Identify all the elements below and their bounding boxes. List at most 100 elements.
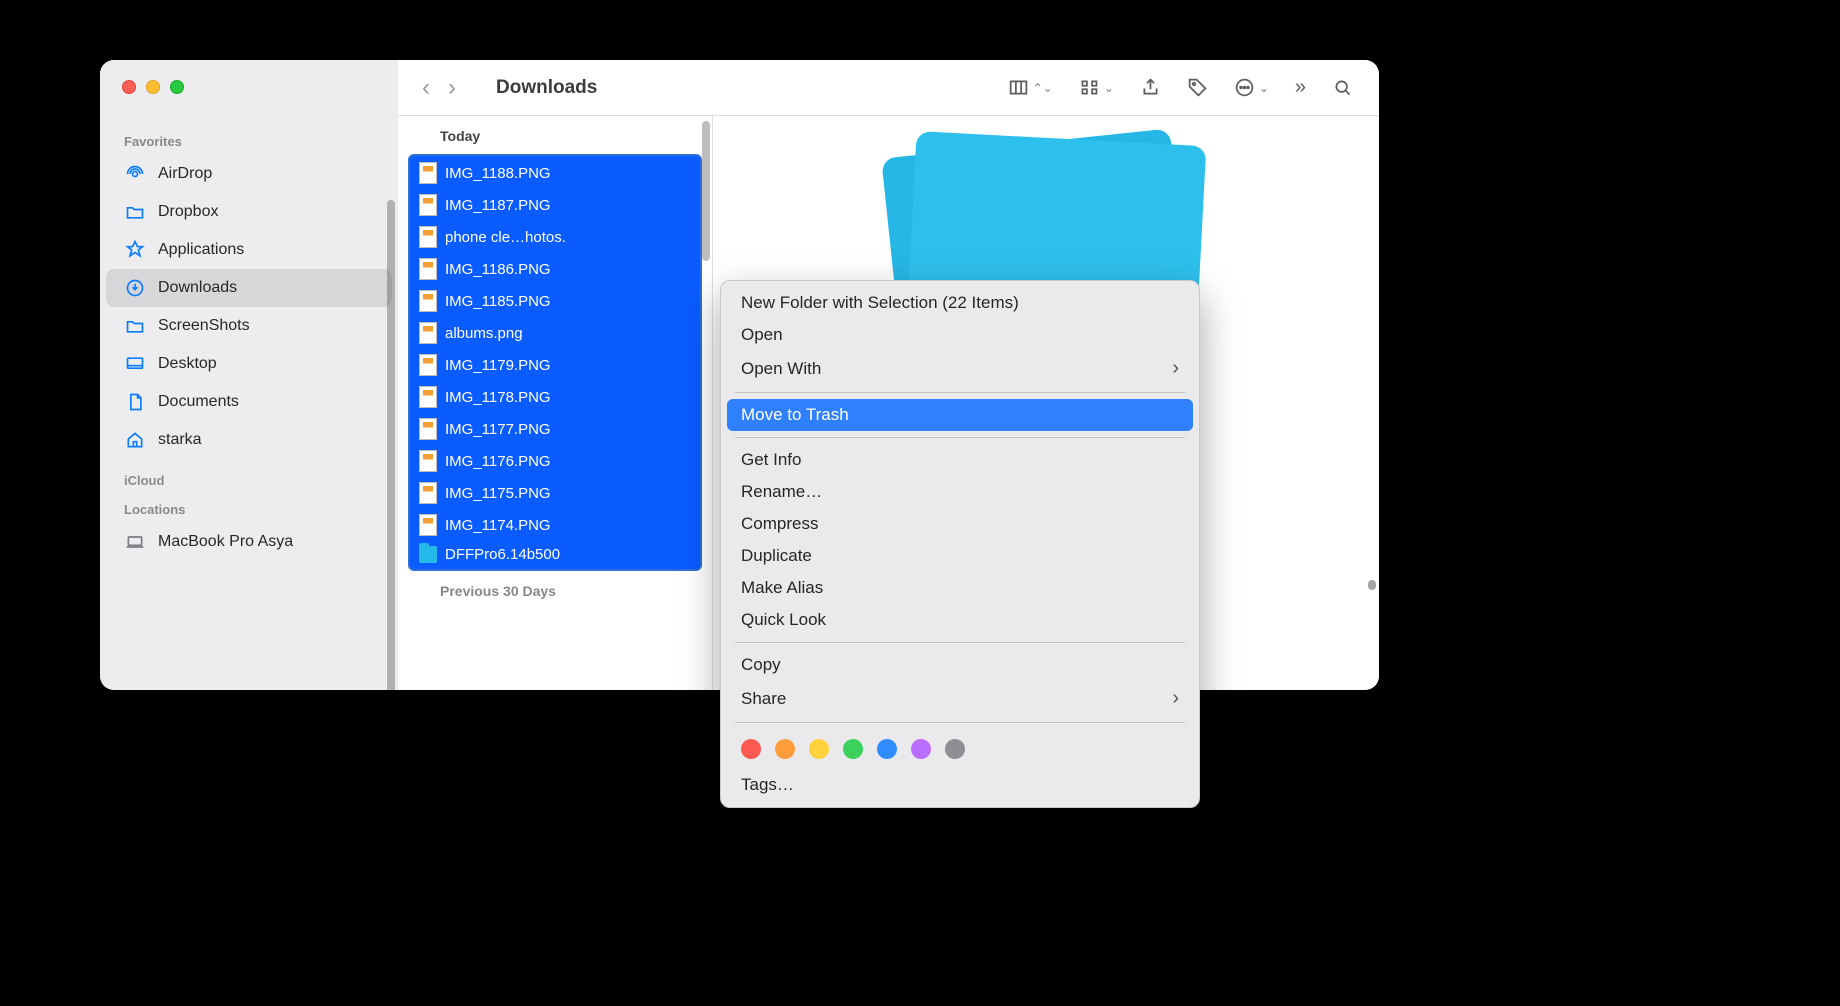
- sidebar-item-desktop[interactable]: Desktop: [106, 345, 392, 383]
- sidebar-item-label: starka: [158, 431, 202, 449]
- tags-button[interactable]: [1179, 73, 1216, 102]
- toolbar-overflow-button[interactable]: »: [1287, 72, 1314, 103]
- sidebar-item-dropbox[interactable]: Dropbox: [106, 193, 392, 231]
- sidebar-item-label: AirDrop: [158, 165, 212, 183]
- applications-icon: [124, 239, 146, 261]
- sidebar-scrollbar[interactable]: [387, 200, 395, 690]
- file-name: DFFPro6.14b500: [445, 546, 560, 563]
- sidebar-item-label: Documents: [158, 393, 239, 411]
- file-row[interactable]: albums.png: [411, 317, 699, 349]
- action-menu-button[interactable]: ⌄: [1226, 73, 1277, 102]
- ctx-duplicate[interactable]: Duplicate: [721, 540, 1199, 572]
- file-row[interactable]: IMG_1177.PNG: [411, 413, 699, 445]
- context-menu: New Folder with Selection (22 Items) Ope…: [720, 280, 1200, 808]
- ctx-make-alias[interactable]: Make Alias: [721, 572, 1199, 604]
- ctx-quick-look[interactable]: Quick Look: [721, 604, 1199, 636]
- file-name: IMG_1187.PNG: [445, 197, 551, 214]
- file-row[interactable]: IMG_1187.PNG: [411, 189, 699, 221]
- file-row[interactable]: IMG_1185.PNG: [411, 285, 699, 317]
- tag-red[interactable]: [741, 739, 761, 759]
- downloads-icon: [124, 277, 146, 299]
- view-columns-button[interactable]: ⌃⌄: [1000, 73, 1061, 102]
- documents-icon: [124, 391, 146, 413]
- file-selection: IMG_1188.PNG IMG_1187.PNG phone cle…hoto…: [408, 154, 702, 571]
- ctx-separator: [735, 392, 1185, 393]
- file-name: IMG_1176.PNG: [445, 453, 551, 470]
- file-name: IMG_1186.PNG: [445, 261, 551, 278]
- tag-gray[interactable]: [945, 739, 965, 759]
- group-header-prev: Previous 30 Days: [398, 571, 712, 609]
- home-icon: [124, 429, 146, 451]
- file-row[interactable]: IMG_1186.PNG: [411, 253, 699, 285]
- minimize-window-button[interactable]: [146, 80, 160, 94]
- zoom-window-button[interactable]: [170, 80, 184, 94]
- sidebar-section-locations: Locations: [100, 502, 398, 517]
- sidebar-item-label: MacBook Pro Asya: [158, 533, 293, 551]
- file-row[interactable]: IMG_1174.PNG: [411, 509, 699, 541]
- search-button[interactable]: [1324, 73, 1361, 102]
- share-button[interactable]: [1132, 73, 1169, 102]
- ctx-get-info[interactable]: Get Info: [721, 444, 1199, 476]
- sidebar: Favorites AirDrop Dropbox Applications D…: [100, 60, 398, 690]
- ctx-tags[interactable]: Tags…: [721, 769, 1199, 801]
- sidebar-item-downloads[interactable]: Downloads: [106, 269, 392, 307]
- file-name: IMG_1188.PNG: [445, 165, 551, 182]
- sidebar-item-home[interactable]: starka: [106, 421, 392, 459]
- ctx-open[interactable]: Open: [721, 319, 1199, 351]
- file-row[interactable]: IMG_1179.PNG: [411, 349, 699, 381]
- file-name: IMG_1178.PNG: [445, 389, 551, 406]
- preview-scrollbar[interactable]: [1368, 580, 1376, 590]
- window-title: Downloads: [496, 77, 597, 99]
- ctx-move-to-trash[interactable]: Move to Trash: [727, 399, 1193, 431]
- sidebar-item-label: ScreenShots: [158, 317, 250, 335]
- group-header-today: Today: [398, 116, 712, 154]
- toolbar: ‹ › Downloads ⌃⌄ ⌄ ⌄ »: [398, 60, 1379, 116]
- file-row[interactable]: IMG_1188.PNG: [411, 157, 699, 189]
- file-name: IMG_1177.PNG: [445, 421, 551, 438]
- file-row[interactable]: DFFPro6.14b500: [411, 541, 699, 568]
- file-column-scrollbar[interactable]: [702, 121, 710, 261]
- file-column: Today IMG_1188.PNG IMG_1187.PNG phone cl…: [398, 116, 713, 690]
- nav-back-button[interactable]: ‹: [416, 72, 436, 104]
- ctx-separator: [735, 642, 1185, 643]
- tag-blue[interactable]: [877, 739, 897, 759]
- tag-orange[interactable]: [775, 739, 795, 759]
- sidebar-item-macbook[interactable]: MacBook Pro Asya: [106, 523, 392, 561]
- file-row[interactable]: IMG_1178.PNG: [411, 381, 699, 413]
- sidebar-item-screenshots[interactable]: ScreenShots: [106, 307, 392, 345]
- ctx-copy[interactable]: Copy: [721, 649, 1199, 681]
- folder-icon: [124, 315, 146, 337]
- file-name: phone cle…hotos.: [445, 229, 566, 246]
- desktop-icon: [124, 353, 146, 375]
- sidebar-item-label: Downloads: [158, 279, 237, 297]
- ctx-tag-colors: [721, 729, 1199, 769]
- file-row[interactable]: IMG_1175.PNG: [411, 477, 699, 509]
- file-name: albums.png: [445, 325, 523, 342]
- sidebar-section-favorites: Favorites: [100, 134, 398, 149]
- group-by-button[interactable]: ⌄: [1071, 73, 1122, 102]
- close-window-button[interactable]: [122, 80, 136, 94]
- ctx-new-folder[interactable]: New Folder with Selection (22 Items): [721, 287, 1199, 319]
- sidebar-item-applications[interactable]: Applications: [106, 231, 392, 269]
- tag-purple[interactable]: [911, 739, 931, 759]
- file-name: IMG_1174.PNG: [445, 517, 551, 534]
- sidebar-item-documents[interactable]: Documents: [106, 383, 392, 421]
- airdrop-icon: [124, 163, 146, 185]
- sidebar-item-airdrop[interactable]: AirDrop: [106, 155, 392, 193]
- ctx-separator: [735, 722, 1185, 723]
- file-name: IMG_1175.PNG: [445, 485, 551, 502]
- file-name: IMG_1185.PNG: [445, 293, 551, 310]
- laptop-icon: [124, 531, 146, 553]
- tag-yellow[interactable]: [809, 739, 829, 759]
- file-row[interactable]: phone cle…hotos.: [411, 221, 699, 253]
- nav-forward-button[interactable]: ›: [442, 72, 462, 104]
- ctx-rename[interactable]: Rename…: [721, 476, 1199, 508]
- tag-green[interactable]: [843, 739, 863, 759]
- ctx-compress[interactable]: Compress: [721, 508, 1199, 540]
- file-row[interactable]: IMG_1176.PNG: [411, 445, 699, 477]
- ctx-open-with[interactable]: Open With: [721, 351, 1199, 386]
- ctx-share[interactable]: Share: [721, 681, 1199, 716]
- sidebar-item-label: Dropbox: [158, 203, 218, 221]
- sidebar-item-label: Applications: [158, 241, 244, 259]
- window-controls: [100, 80, 398, 94]
